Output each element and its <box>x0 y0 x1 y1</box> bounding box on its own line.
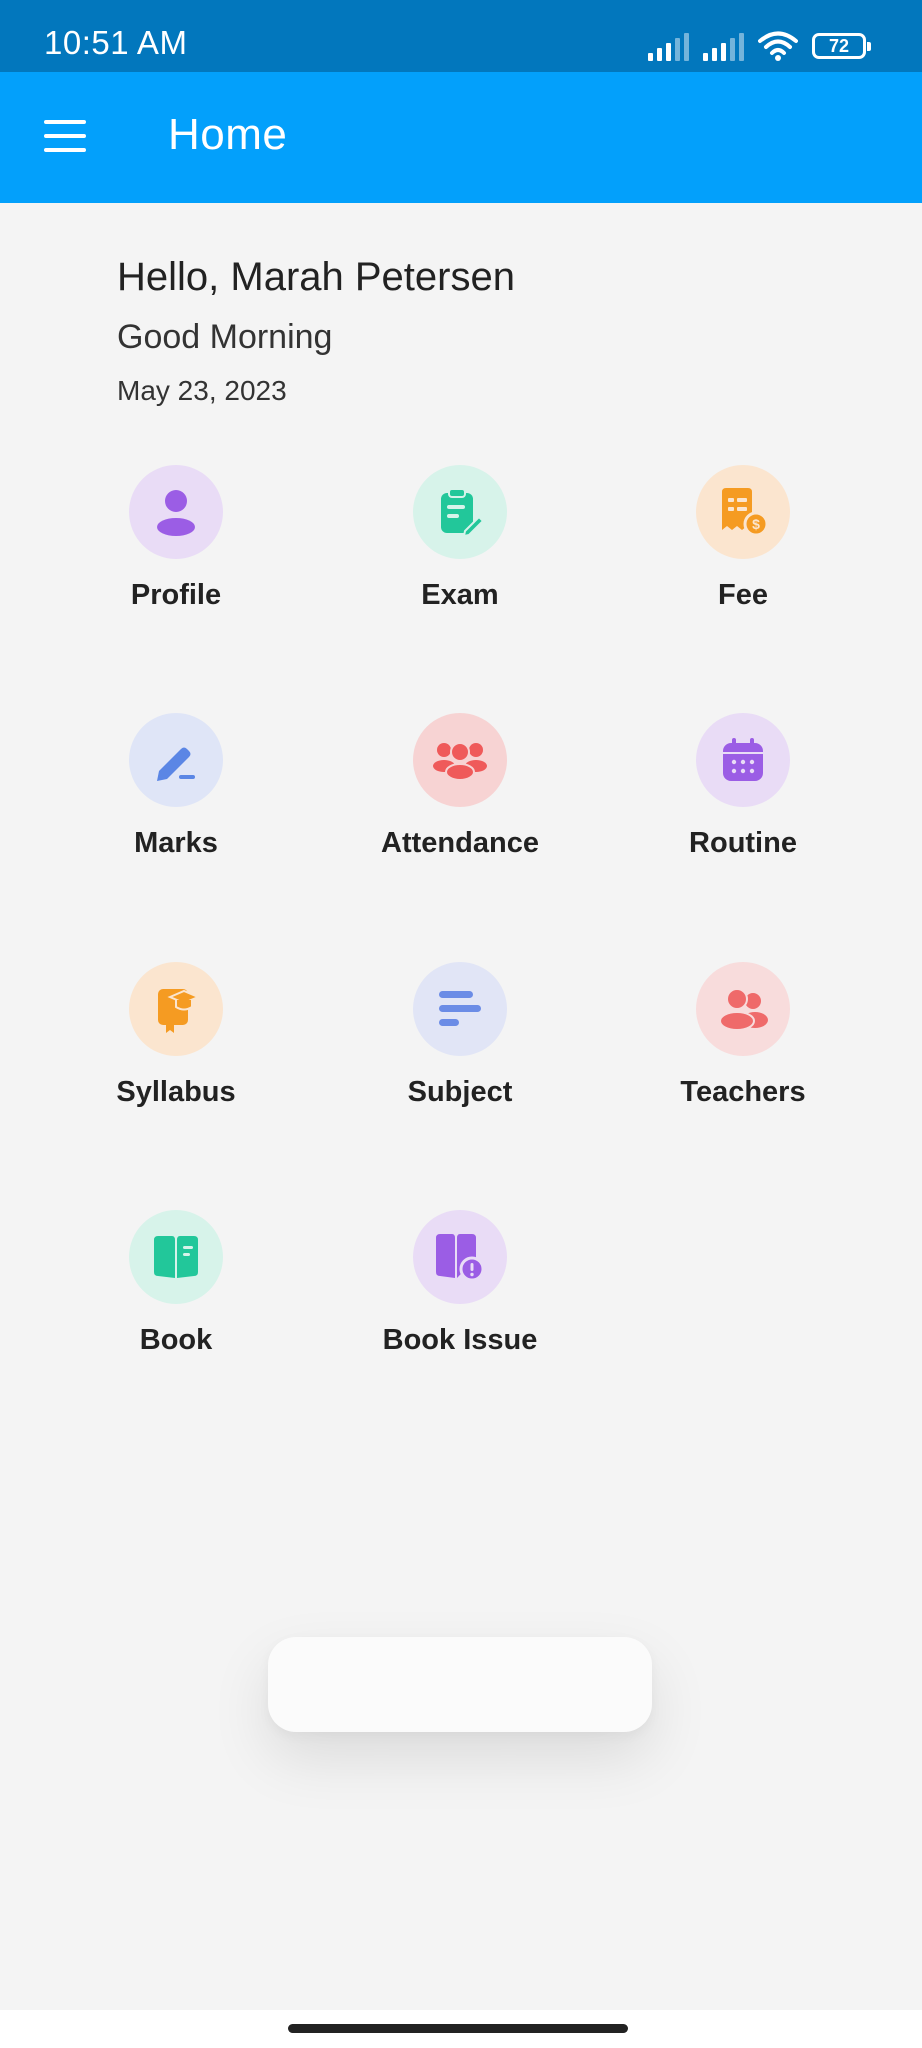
battery-icon: 72 <box>812 33 871 59</box>
status-icons: 72 <box>648 30 871 62</box>
text-lines-icon <box>413 962 507 1056</box>
tile-label: Syllabus <box>116 1076 236 1108</box>
status-time: 10:51 AM <box>44 24 188 61</box>
tile-exam[interactable]: Exam <box>360 465 560 645</box>
battery-level: 72 <box>828 35 850 56</box>
app-bar: Home <box>0 72 922 203</box>
tile-fee[interactable]: $ Fee <box>643 465 843 645</box>
wifi-icon <box>758 31 798 61</box>
tile-subject[interactable]: Subject <box>360 962 560 1142</box>
svg-text:$: $ <box>752 516 760 532</box>
group-icon <box>413 713 507 807</box>
calendar-icon <box>696 713 790 807</box>
tile-book[interactable]: Book <box>76 1210 276 1390</box>
tile-label: Teachers <box>680 1076 806 1108</box>
page-title: Home <box>168 110 288 159</box>
greeting-time-of-day: Good Morning <box>117 318 333 356</box>
tile-label: Subject <box>407 1076 513 1108</box>
tile-label: Attendance <box>381 827 539 859</box>
home-indicator[interactable] <box>288 2024 628 2033</box>
hamburger-menu-icon[interactable] <box>44 120 86 152</box>
tile-label: Profile <box>130 579 222 611</box>
tile-label: Exam <box>421 579 499 611</box>
tile-label: Marks <box>134 827 218 859</box>
tile-teachers[interactable]: Teachers <box>643 962 843 1142</box>
greeting-name: Hello, Marah Petersen <box>117 255 515 299</box>
graduation-book-icon <box>129 962 223 1056</box>
clipboard-edit-icon <box>413 465 507 559</box>
greeting: Hello, Marah Petersen Good Morning May 2… <box>117 255 515 407</box>
greeting-date: May 23, 2023 <box>117 375 287 406</box>
tile-marks[interactable]: Marks <box>76 713 276 893</box>
book-alert-icon <box>413 1210 507 1304</box>
open-book-icon <box>129 1210 223 1304</box>
tile-label: Fee <box>718 579 768 611</box>
signal-icon <box>648 31 689 61</box>
tile-routine[interactable]: Routine <box>643 713 843 893</box>
user-icon <box>129 465 223 559</box>
tile-attendance[interactable]: Attendance <box>360 713 560 893</box>
signal-icon <box>703 31 744 61</box>
tile-book-issue[interactable]: Book Issue <box>360 1210 560 1390</box>
tile-label: Book <box>139 1324 213 1356</box>
tile-label: Routine <box>689 827 797 859</box>
receipt-dollar-icon: $ <box>696 465 790 559</box>
tile-label: Book Issue <box>382 1324 538 1356</box>
status-bar: 10:51 AM 72 <box>0 0 922 72</box>
pen-icon <box>129 713 223 807</box>
bottom-card <box>268 1637 652 1732</box>
tile-syllabus[interactable]: Syllabus <box>76 962 276 1142</box>
users-icon <box>696 962 790 1056</box>
tile-profile[interactable]: Profile <box>76 465 276 645</box>
